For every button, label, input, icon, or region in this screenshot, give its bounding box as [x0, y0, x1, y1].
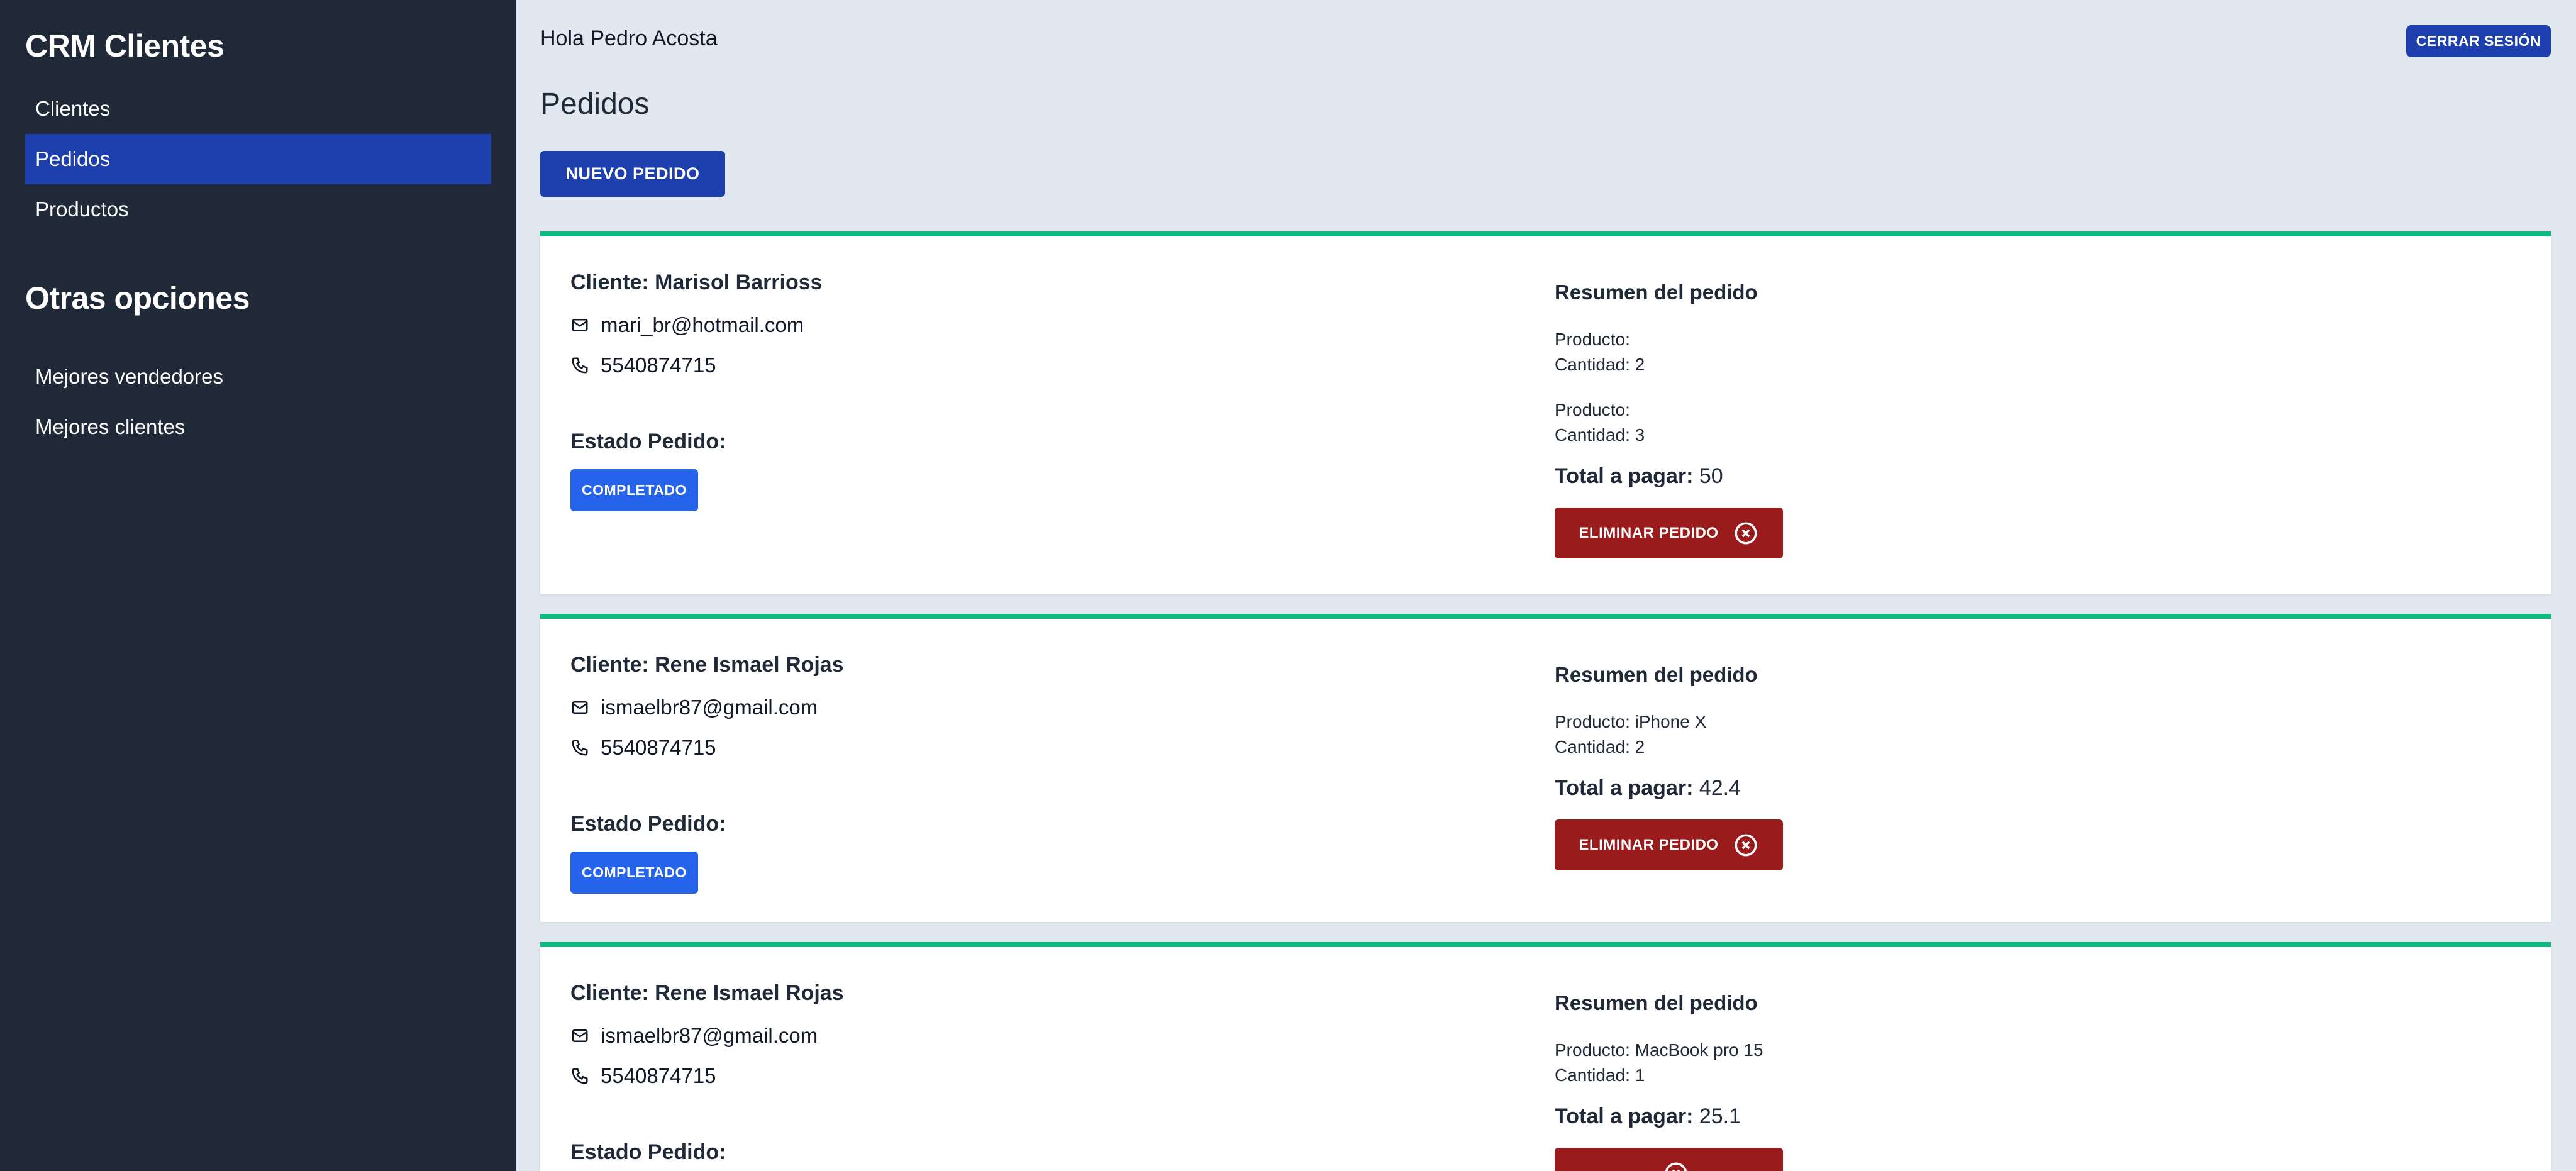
- delete-order-button[interactable]: ELIMINAR PEDIDO: [1555, 819, 1783, 870]
- product-name: Producto: iPhone X: [1555, 712, 1707, 731]
- sidebar: CRM Clientes Clientes Pedidos Productos …: [0, 0, 516, 1171]
- other-options-title: Otras opciones: [25, 280, 250, 316]
- client-email: ismaelbr87@gmail.com: [601, 1024, 818, 1047]
- order-total: Total a pagar: 42.4: [1555, 776, 1783, 801]
- sidebar-item-productos[interactable]: Productos: [25, 184, 491, 235]
- order-status-label: Estado Pedido:: [570, 430, 726, 453]
- product-line: Producto: iPhone X Cantidad: 2: [1555, 709, 1783, 760]
- total-label: Total a pagar:: [1555, 776, 1694, 800]
- product-line: Producto: Cantidad: 3: [1555, 397, 1783, 448]
- order-card: Cliente: Rene Ismael Rojas ismaelbr87@gm…: [540, 942, 2551, 1171]
- sidebar-item-clientes[interactable]: Clientes: [25, 84, 491, 134]
- order-total: Total a pagar: 25.1: [1555, 1104, 1783, 1129]
- phone-icon: [572, 1068, 588, 1084]
- phone-icon: [572, 357, 588, 374]
- client-email: mari_br@hotmail.com: [601, 313, 804, 336]
- sidebar-item-mejores-vendedores[interactable]: Mejores vendedores: [25, 352, 491, 402]
- product-name: Producto:: [1555, 330, 1630, 349]
- product-quantity: Cantidad: 3: [1555, 425, 1645, 445]
- product-line: Producto: Cantidad: 2: [1555, 327, 1783, 377]
- total-value: 42.4: [1699, 776, 1741, 800]
- delete-order-button[interactable]: ELIMINAR PEDIDO: [1555, 508, 1783, 558]
- order-summary-title: Resumen del pedido: [1555, 991, 1758, 1014]
- product-quantity: Cantidad: 1: [1555, 1065, 1645, 1085]
- order-card: Cliente: Rene Ismael Rojas ismaelbr87@gm…: [540, 614, 2551, 922]
- client-phone: 5540874715: [601, 1064, 716, 1087]
- delete-order-button[interactable]: [1555, 1148, 1783, 1171]
- status-badge[interactable]: COMPLETADO: [570, 469, 698, 511]
- close-circle-icon: [1665, 1162, 1687, 1171]
- brand-title: CRM Clientes: [25, 28, 225, 64]
- order-summary-title: Resumen del pedido: [1555, 663, 1758, 686]
- mail-icon: [572, 319, 588, 331]
- mail-icon: [572, 701, 588, 714]
- order-total: Total a pagar: 50: [1555, 464, 1783, 489]
- total-value: 50: [1699, 464, 1723, 488]
- sidebar-item-pedidos[interactable]: Pedidos: [25, 134, 491, 184]
- product-line: Producto: MacBook pro 15 Cantidad: 1: [1555, 1038, 1783, 1088]
- product-quantity: Cantidad: 2: [1555, 737, 1645, 757]
- client-name: Cliente: Rene Ismael Rojas: [570, 981, 844, 1005]
- page-title: Pedidos: [540, 87, 650, 121]
- total-value: 25.1: [1699, 1104, 1741, 1128]
- close-circle-icon: [1735, 522, 1757, 544]
- client-phone: 5540874715: [601, 353, 716, 377]
- greeting-text: Hola Pedro Acosta: [540, 26, 718, 50]
- mail-icon: [572, 1029, 588, 1042]
- total-label: Total a pagar:: [1555, 1104, 1694, 1128]
- order-summary-title: Resumen del pedido: [1555, 280, 1758, 304]
- delete-order-label: ELIMINAR PEDIDO: [1579, 524, 1719, 541]
- close-circle-icon: [1735, 834, 1757, 856]
- phone-icon: [572, 740, 588, 756]
- sidebar-item-mejores-clientes[interactable]: Mejores clientes: [25, 402, 491, 452]
- total-label: Total a pagar:: [1555, 464, 1694, 488]
- delete-order-label: ELIMINAR PEDIDO: [1579, 836, 1719, 853]
- client-email: ismaelbr87@gmail.com: [601, 696, 818, 719]
- client-phone: 5540874715: [601, 736, 716, 759]
- client-name: Cliente: Rene Ismael Rojas: [570, 653, 844, 677]
- order-status-label: Estado Pedido:: [570, 812, 726, 836]
- product-name: Producto: MacBook pro 15: [1555, 1040, 1763, 1060]
- product-name: Producto:: [1555, 400, 1630, 419]
- status-badge[interactable]: COMPLETADO: [570, 852, 698, 894]
- product-quantity: Cantidad: 2: [1555, 355, 1645, 374]
- order-card: Cliente: Marisol Barrioss mari_br@hotmai…: [540, 231, 2551, 594]
- order-status-label: Estado Pedido:: [570, 1140, 726, 1164]
- logout-button[interactable]: CERRAR SESIÓN: [2406, 25, 2551, 57]
- main-content: Hola Pedro Acosta CERRAR SESIÓN Pedidos …: [516, 0, 2576, 1171]
- client-name: Cliente: Marisol Barrioss: [570, 270, 823, 294]
- new-order-button[interactable]: NUEVO PEDIDO: [540, 151, 725, 197]
